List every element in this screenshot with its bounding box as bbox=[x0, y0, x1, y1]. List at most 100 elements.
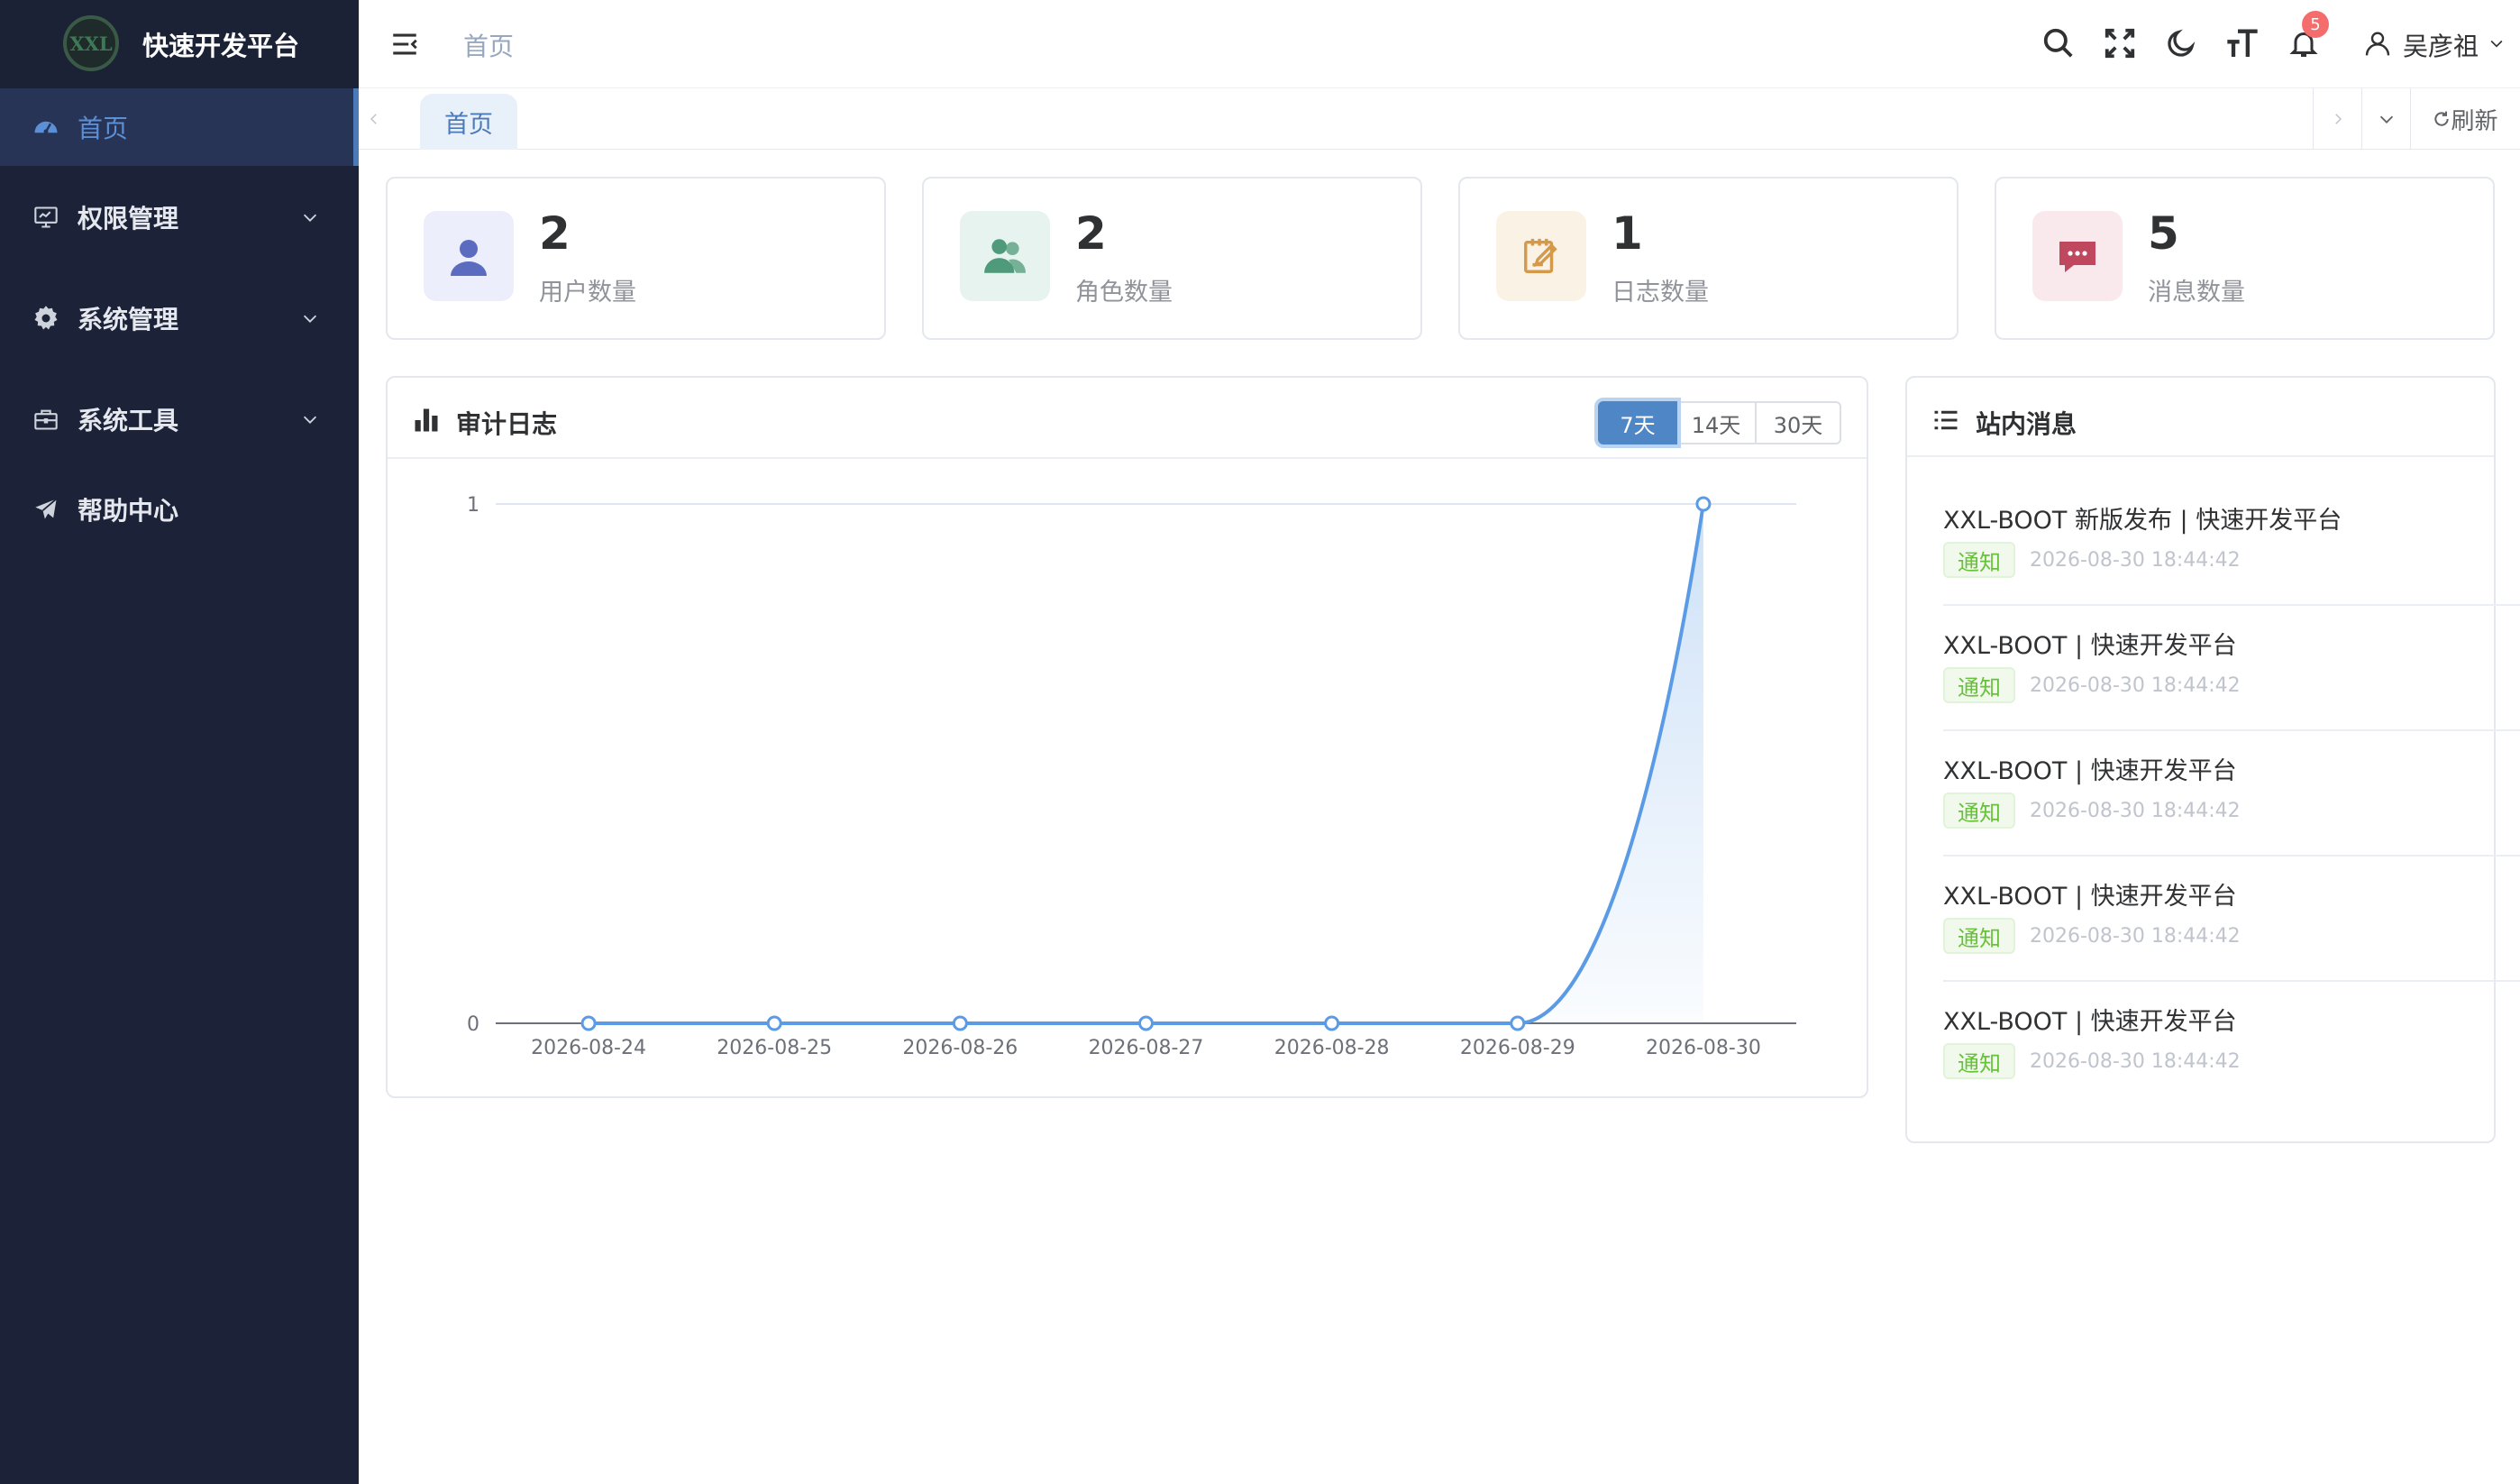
stat-label: 消息数量 bbox=[2148, 279, 2245, 307]
x-tick-label: 2026-08-25 bbox=[717, 1037, 832, 1059]
app-title: 快速开发平台 bbox=[142, 31, 300, 61]
site-messages-header: 站内消息 bbox=[1907, 378, 2494, 457]
chevron-down-icon bbox=[303, 214, 317, 222]
tags-dropdown-icon[interactable] bbox=[2361, 88, 2410, 150]
paper-plane-icon bbox=[32, 496, 59, 523]
stat-card-messages[interactable]: 5 消息数量 bbox=[1995, 177, 2495, 340]
message-title[interactable]: XXL-BOOT | 快速开发平台 bbox=[1943, 751, 2237, 786]
message-time: 2026-08-30 18:44:42 bbox=[2030, 800, 2241, 822]
sidebar-item-label: 首页 bbox=[78, 114, 129, 143]
notification-badge: 5 bbox=[2302, 11, 2329, 38]
tags-view: 首页 刷新 bbox=[359, 88, 2520, 150]
x-tick-label: 2026-08-29 bbox=[1460, 1037, 1575, 1059]
range-7-days-button[interactable]: 7天 bbox=[1598, 401, 1677, 444]
message-time: 2026-08-30 18:44:42 bbox=[2030, 925, 2241, 948]
refresh-label: 刷新 bbox=[2451, 107, 2498, 135]
stat-label: 角色数量 bbox=[1075, 279, 1173, 307]
bar-chart-icon bbox=[415, 408, 438, 432]
message-time: 2026-08-30 18:44:42 bbox=[2030, 1050, 2241, 1073]
stat-value: 2 bbox=[1075, 207, 1107, 260]
data-point bbox=[952, 1015, 968, 1031]
message-title[interactable]: XXL-BOOT | 快速开发平台 bbox=[1943, 626, 2237, 661]
team-icon bbox=[960, 211, 1050, 301]
message-time: 2026-08-30 18:44:42 bbox=[2030, 549, 2241, 572]
edit-icon bbox=[1496, 211, 1586, 301]
stat-value: 1 bbox=[1612, 207, 1643, 260]
user-name[interactable]: 吴彦祖 bbox=[2403, 27, 2479, 63]
x-tick-label: 2026-08-26 bbox=[902, 1037, 1018, 1059]
message-title[interactable]: XXL-BOOT | 快速开发平台 bbox=[1943, 876, 2237, 911]
sidebar-item-label: 权限管理 bbox=[78, 204, 179, 234]
main-area: 首页 5 吴彦祖 首页 刷新 2 用户数量 2 角色数量 1 日志数量 5 消息… bbox=[359, 0, 2520, 1484]
sidebar-item-label: 帮助中心 bbox=[78, 496, 179, 526]
site-messages-panel: 站内消息 XXL-BOOT 新版发布 | 快速开发平台 通知 2026-08-3… bbox=[1905, 376, 2520, 1143]
stat-label: 日志数量 bbox=[1612, 279, 1709, 307]
x-tick-label: 2026-08-28 bbox=[1274, 1037, 1390, 1059]
scroll-right-icon[interactable] bbox=[2313, 88, 2361, 150]
x-tick-label: 2026-08-30 bbox=[1646, 1037, 1761, 1059]
breadcrumb: 首页 bbox=[463, 32, 515, 61]
message-item[interactable]: XXL-BOOT | 快速开发平台 通知 2026-08-30 18:44:42 bbox=[1943, 606, 2520, 731]
stat-card-logs[interactable]: 1 日志数量 bbox=[1458, 177, 1958, 340]
chevron-down-icon[interactable] bbox=[2488, 34, 2506, 52]
fullscreen-icon[interactable] bbox=[2102, 25, 2138, 61]
message-item[interactable]: XXL-BOOT | 快速开发平台 通知 2026-08-30 18:44:42 bbox=[1943, 731, 2520, 857]
range-selector: 7天 14天 30天 bbox=[1598, 401, 1841, 444]
data-point bbox=[1695, 496, 1712, 512]
message-item[interactable]: XXL-BOOT | 快速开发平台 通知 2026-08-30 18:44:42 bbox=[1943, 982, 2520, 1107]
gear-icon bbox=[32, 305, 59, 332]
data-point bbox=[1510, 1015, 1526, 1031]
message-item[interactable]: XXL-BOOT 新版发布 | 快速开发平台 通知 2026-08-30 18:… bbox=[1943, 481, 2520, 606]
font-size-icon[interactable] bbox=[2224, 25, 2260, 61]
x-tick-label: 2026-08-27 bbox=[1089, 1037, 1204, 1059]
message-item[interactable]: XXL-BOOT | 快速开发平台 通知 2026-08-30 18:44:42 bbox=[1943, 857, 2520, 982]
message-type-tag: 通知 bbox=[1943, 542, 2015, 578]
sidebar-item-label: 系统管理 bbox=[78, 305, 179, 334]
message-icon bbox=[2032, 211, 2123, 301]
range-30-days-button[interactable]: 30天 bbox=[1755, 401, 1841, 444]
range-14-days-button[interactable]: 14天 bbox=[1675, 401, 1757, 444]
audit-log-chart: 0 1 2026-08-24 2026-08-25 2026-08-26 2026-08-… bbox=[467, 494, 1796, 1059]
series-line bbox=[589, 503, 1705, 1025]
sidebar-item-permissions[interactable]: 权限管理 bbox=[0, 179, 359, 256]
data-point bbox=[580, 1015, 597, 1031]
message-time: 2026-08-30 18:44:42 bbox=[2030, 674, 2241, 697]
sidebar-item-home[interactable]: 首页 bbox=[0, 88, 359, 166]
message-title[interactable]: XXL-BOOT | 快速开发平台 bbox=[1943, 1002, 2237, 1037]
sidebar-item-tools[interactable]: 系统工具 bbox=[0, 380, 359, 458]
refresh-icon bbox=[2434, 111, 2450, 126]
site-messages-title: 站内消息 bbox=[1976, 409, 2077, 439]
stat-value: 2 bbox=[539, 207, 571, 260]
tag-home[interactable]: 首页 bbox=[420, 94, 517, 150]
sidebar-item-system[interactable]: 系统管理 bbox=[0, 279, 359, 357]
monitor-icon bbox=[32, 204, 59, 231]
message-type-tag: 通知 bbox=[1943, 792, 2015, 829]
stat-card-roles[interactable]: 2 角色数量 bbox=[922, 177, 1422, 340]
message-type-tag: 通知 bbox=[1943, 667, 2015, 703]
message-title[interactable]: XXL-BOOT 新版发布 | 快速开发平台 bbox=[1943, 500, 2342, 536]
stat-card-users[interactable]: 2 用户数量 bbox=[386, 177, 886, 340]
search-icon[interactable] bbox=[2041, 25, 2077, 61]
audit-log-panel: 审计日志 7天 14天 30天 0 1 2026-08-24 2026-08-25 20… bbox=[386, 376, 1868, 1098]
sidebar: XXL 快速开发平台 首页 权限管理 系统管理 系统工具 帮助中心 bbox=[0, 0, 359, 1484]
dark-mode-icon[interactable] bbox=[2163, 25, 2199, 61]
audit-log-title: 审计日志 bbox=[456, 409, 558, 439]
chevron-down-icon bbox=[303, 416, 317, 424]
chevron-down-icon bbox=[303, 315, 317, 323]
audit-log-header: 审计日志 7天 14天 30天 bbox=[388, 378, 1867, 459]
x-tick-label: 2026-08-24 bbox=[531, 1037, 646, 1059]
scroll-left-icon[interactable] bbox=[362, 88, 386, 150]
data-point bbox=[766, 1015, 782, 1031]
stat-value: 5 bbox=[2148, 207, 2179, 260]
logo-area[interactable]: XXL 快速开发平台 bbox=[0, 0, 359, 88]
data-point bbox=[1324, 1015, 1340, 1031]
refresh-button[interactable]: 刷新 bbox=[2410, 88, 2520, 150]
user-icon[interactable] bbox=[2360, 25, 2396, 61]
y-tick-label: 1 bbox=[467, 494, 479, 517]
dashboard-icon bbox=[32, 114, 59, 141]
user-icon bbox=[424, 211, 514, 301]
sidebar-item-help[interactable]: 帮助中心 bbox=[0, 471, 359, 548]
message-type-tag: 通知 bbox=[1943, 1043, 2015, 1079]
logo: XXL bbox=[63, 15, 119, 71]
menu-fold-icon[interactable] bbox=[389, 29, 420, 60]
